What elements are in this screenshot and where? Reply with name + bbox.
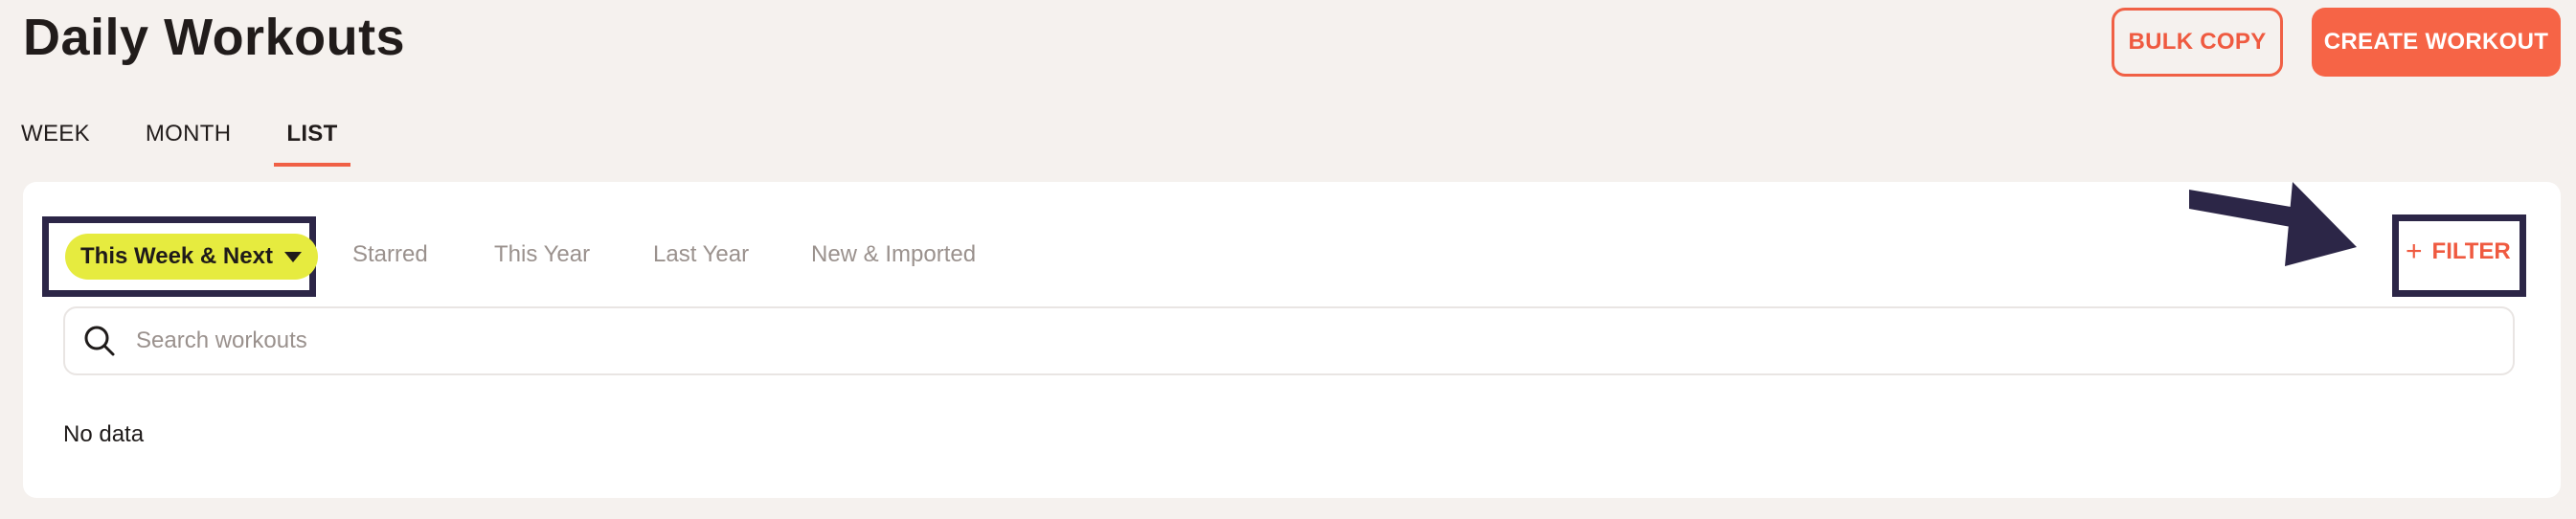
- search-bar: [63, 306, 2515, 375]
- workout-list-card: This Week & Next Starred This Year Last …: [23, 182, 2561, 498]
- annotation-arrow-icon: [2189, 182, 2357, 266]
- quick-filter-starred[interactable]: Starred: [352, 241, 428, 268]
- bulk-copy-button[interactable]: BULK COPY: [2112, 8, 2283, 77]
- quick-filter-this-year[interactable]: This Year: [494, 241, 590, 268]
- quick-filter-last-year[interactable]: Last Year: [653, 241, 749, 268]
- page-title: Daily Workouts: [23, 9, 406, 66]
- workouts-page: Daily Workouts BULK COPY CREATE WORKOUT …: [0, 0, 2576, 519]
- filter-row: This Week & Next Starred This Year Last …: [23, 182, 2561, 326]
- filter-button[interactable]: + FILTER: [2406, 237, 2511, 266]
- empty-state-message: No data: [63, 421, 145, 447]
- date-preset-label: This Week & Next: [80, 243, 273, 269]
- tab-week[interactable]: WEEK: [21, 103, 90, 167]
- tab-list[interactable]: LIST: [274, 103, 350, 167]
- plus-icon: +: [2406, 236, 2423, 267]
- quick-filter-new-imported[interactable]: New & Imported: [811, 241, 976, 268]
- tab-month[interactable]: MONTH: [146, 103, 231, 167]
- filter-button-label: FILTER: [2431, 238, 2511, 264]
- search-icon: [84, 326, 115, 356]
- create-workout-button[interactable]: CREATE WORKOUT: [2312, 8, 2561, 77]
- date-preset-dropdown[interactable]: This Week & Next: [65, 234, 318, 280]
- view-tabs: WEEK MONTH LIST: [21, 103, 406, 167]
- search-input[interactable]: [136, 327, 2434, 354]
- caret-down-icon: [283, 251, 302, 262]
